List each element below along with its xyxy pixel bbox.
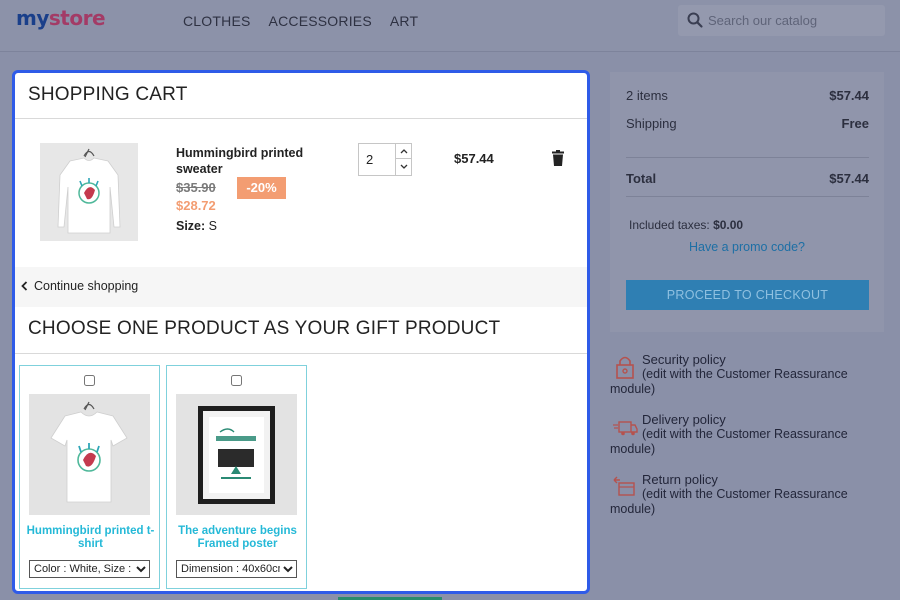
gift-title: CHOOSE ONE PRODUCT AS YOUR GIFT PRODUCT — [28, 318, 501, 339]
search-icon[interactable] — [686, 11, 704, 29]
discounted-price: $28.72 — [176, 198, 216, 213]
taxes-label: Included taxes: — [629, 218, 710, 232]
nav-clothes[interactable]: CLOTHES — [183, 13, 251, 29]
gift-product-image[interactable] — [176, 394, 297, 515]
sweater-image — [57, 148, 121, 234]
total-value: $57.44 — [829, 171, 869, 186]
summary-items-row: 2 items $57.44 — [626, 88, 869, 103]
search-box — [678, 5, 885, 36]
reassurance-title: Security policy — [642, 352, 726, 367]
store-logo[interactable]: mystore — [16, 6, 106, 30]
continue-shopping-link[interactable]: Continue shopping — [21, 279, 138, 293]
quantity-input[interactable] — [359, 144, 395, 175]
reassurance-title: Delivery policy — [642, 412, 726, 427]
quantity-buttons — [395, 144, 412, 175]
reassurance-desc: (edit with the Customer Reassurance modu… — [610, 487, 848, 516]
logo-text-my: my — [16, 6, 49, 30]
cart-panel: SHOPPING CART Hummingbird printed sweate… — [12, 70, 590, 594]
truck-icon — [613, 421, 638, 436]
search-input[interactable] — [708, 9, 878, 32]
gift-product-name[interactable]: Hummingbird printed t-shirt — [24, 525, 157, 551]
shipping-value: Free — [841, 116, 869, 131]
summary-divider — [626, 157, 869, 158]
product-size: Size: S — [176, 219, 217, 233]
proceed-to-checkout-button[interactable]: PROCEED TO CHECKOUT — [626, 280, 869, 310]
gift-checkbox[interactable] — [84, 375, 95, 386]
return-box-icon — [613, 476, 635, 496]
gift-checkbox[interactable] — [231, 375, 242, 386]
size-value: S — [208, 219, 218, 233]
reassurance-return: Return policy (edit with the Customer Re… — [610, 472, 890, 517]
quantity-increase-button[interactable] — [396, 144, 412, 159]
reassurance-delivery: Delivery policy (edit with the Customer … — [610, 412, 890, 457]
continue-shopping-label: Continue shopping — [34, 279, 139, 293]
gift-variant-select[interactable]: Color : White, Size : S — [29, 560, 150, 578]
logo-text-store: store — [48, 6, 106, 30]
quantity-stepper — [358, 143, 412, 176]
main-nav: CLOTHES ACCESSORIES ART — [183, 13, 436, 29]
shipping-label: Shipping — [626, 116, 677, 131]
discount-badge: -20% — [237, 177, 286, 199]
reassurance-desc: (edit with the Customer Reassurance modu… — [610, 427, 848, 456]
promo-code-link[interactable]: Have a promo code? — [610, 240, 884, 254]
gift-product-card: The adventure begins Framed poster Dimen… — [166, 365, 307, 589]
total-label: Total — [626, 171, 657, 186]
chevron-up-icon — [400, 149, 408, 154]
reassurance-security: Security policy (edit with the Customer … — [610, 352, 890, 397]
quantity-decrease-button[interactable] — [396, 159, 412, 174]
product-image[interactable] — [40, 143, 138, 241]
chevron-down-icon — [400, 164, 408, 169]
regular-price: $35.90 — [176, 180, 216, 195]
gift-variant-select[interactable]: Dimension : 40x60cm — [176, 560, 297, 578]
chevron-left-icon — [21, 281, 28, 291]
items-count: 2 items — [626, 88, 668, 103]
nav-art[interactable]: ART — [390, 13, 418, 29]
gift-product-image[interactable] — [29, 394, 150, 515]
product-name[interactable]: Hummingbird printed sweater — [176, 145, 316, 177]
tshirt-image — [50, 401, 128, 503]
trash-icon[interactable] — [551, 150, 565, 166]
taxes-line: Included taxes: $0.00 — [629, 218, 743, 232]
taxes-value: $0.00 — [713, 218, 744, 232]
reassurance-desc: (edit with the Customer Reassurance modu… — [610, 367, 848, 396]
lock-icon — [616, 356, 634, 379]
gift-product-card: Hummingbird printed t-shirt Color : Whit… — [19, 365, 160, 589]
summary-divider — [626, 196, 869, 197]
summary-total-row: Total $57.44 — [626, 171, 869, 186]
poster-image — [198, 406, 275, 504]
continue-shopping-bar: Continue shopping — [15, 267, 587, 307]
nav-accessories[interactable]: ACCESSORIES — [269, 13, 372, 29]
site-header: mystore CLOTHES ACCESSORIES ART — [0, 0, 900, 52]
items-subtotal: $57.44 — [829, 88, 869, 103]
cart-title: SHOPPING CART — [28, 84, 188, 105]
reassurance-title: Return policy — [642, 472, 718, 487]
divider — [15, 118, 587, 119]
gift-product-name[interactable]: The adventure begins Framed poster — [171, 525, 304, 551]
divider — [15, 353, 587, 354]
cart-summary: 2 items $57.44 Shipping Free Total $57.4… — [610, 72, 884, 332]
line-total: $57.44 — [454, 151, 494, 166]
size-label: Size: — [176, 219, 206, 233]
summary-shipping-row: Shipping Free — [626, 116, 869, 131]
